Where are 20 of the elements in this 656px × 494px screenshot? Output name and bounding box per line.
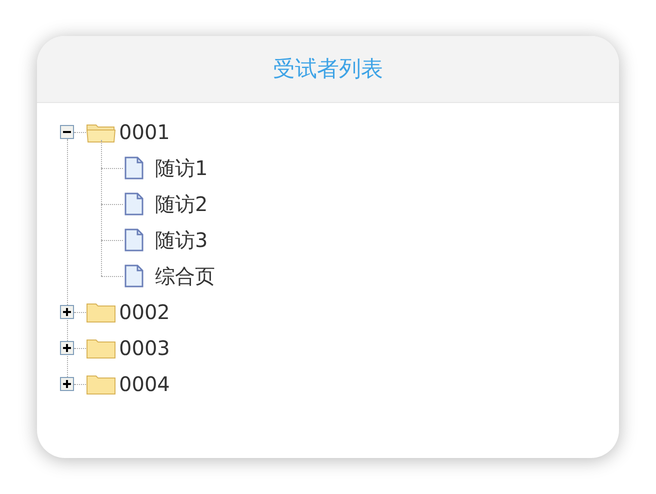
expand-icon[interactable]: [60, 305, 74, 319]
tree-item[interactable]: 0004: [119, 372, 170, 396]
tree-item[interactable]: 0001: [119, 120, 170, 144]
folder-icon: [86, 373, 116, 395]
tree-item[interactable]: 随访2: [155, 190, 208, 218]
document-icon: [123, 192, 145, 216]
collapse-icon[interactable]: [60, 125, 74, 139]
panel-title: 受试者列表: [273, 56, 383, 84]
expand-icon[interactable]: [60, 377, 74, 391]
tree-item[interactable]: 0003: [119, 336, 170, 360]
document-icon: [123, 228, 145, 252]
document-icon: [123, 156, 145, 180]
folder-icon: [86, 337, 116, 359]
folder-icon: [86, 301, 116, 323]
tree-item[interactable]: 随访1: [155, 154, 208, 182]
expand-icon[interactable]: [60, 341, 74, 355]
document-icon: [123, 264, 145, 288]
tree-item[interactable]: 0002: [119, 300, 170, 324]
tree-item[interactable]: 综合页: [155, 262, 215, 290]
tree-item[interactable]: 随访3: [155, 226, 208, 254]
